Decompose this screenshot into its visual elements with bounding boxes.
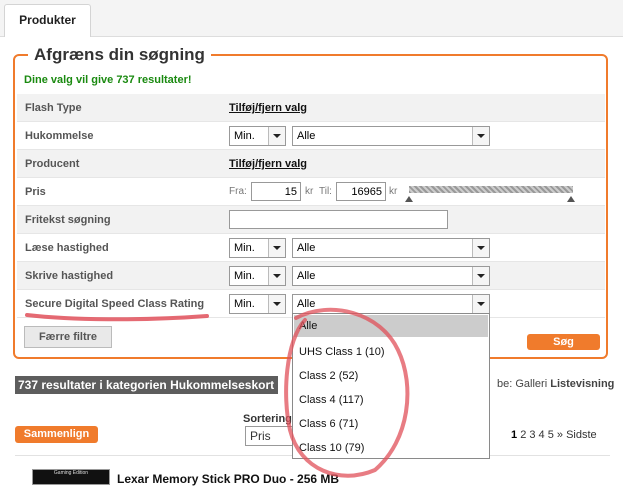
filter-label: Hukommelse xyxy=(25,130,94,142)
value-select[interactable]: Alle xyxy=(292,126,490,146)
price-to-input[interactable] xyxy=(336,182,386,201)
min-select[interactable]: Min. xyxy=(229,238,286,258)
filter-row-pris: Pris Fra: kr Til: kr xyxy=(17,178,605,206)
product-title[interactable]: Lexar Memory Stick PRO Duo - 256 MB xyxy=(117,472,339,486)
unit-label: kr xyxy=(389,186,398,197)
filter-row-laese: Læse hastighed Min. Alle xyxy=(17,234,605,262)
speed-class-dropdown[interactable]: Alle UHS Class 1 (10) Class 2 (52) Class… xyxy=(292,313,490,459)
add-remove-link[interactable]: Tilføj/fjern valg xyxy=(229,102,307,114)
filter-label: Flash Type xyxy=(25,102,82,114)
filter-title: Afgræns din søgning xyxy=(28,45,211,65)
fewer-filters-button[interactable]: Færre filtre xyxy=(24,326,112,348)
dropdown-option[interactable]: UHS Class 1 (10) xyxy=(294,341,488,363)
chevron-down-icon xyxy=(268,295,285,313)
min-select[interactable]: Min. xyxy=(229,126,286,146)
chevron-down-icon xyxy=(472,239,489,257)
result-count-text: Dine valg vil give 737 resultater! xyxy=(24,74,192,86)
results-header: 737 resultater i kategorien Hukommelsesk… xyxy=(15,376,278,394)
chevron-down-icon xyxy=(268,239,285,257)
slider-max-handle[interactable] xyxy=(567,196,575,202)
dropdown-option[interactable]: Class 10 (79) xyxy=(294,437,488,459)
slider-min-handle[interactable] xyxy=(405,196,413,202)
select-value: Alle xyxy=(297,130,316,142)
chevron-down-icon xyxy=(472,295,489,313)
filter-row-fritekst: Fritekst søgning xyxy=(17,206,605,234)
page-links[interactable]: 2 3 4 5 xyxy=(520,429,554,441)
filter-row-hukommelse: Hukommelse Min. Alle xyxy=(17,122,605,150)
price-slider[interactable] xyxy=(409,186,573,193)
select-value: Min. xyxy=(234,242,255,254)
chevron-down-icon xyxy=(268,127,285,145)
dropdown-option[interactable]: Class 6 (71) xyxy=(294,413,488,435)
compare-button[interactable]: Sammenlign xyxy=(15,426,98,443)
value-select[interactable]: Alle xyxy=(292,294,490,314)
select-value: Min. xyxy=(234,270,255,282)
value-select[interactable]: Alle xyxy=(292,266,490,286)
tab-produkter[interactable]: Produkter xyxy=(4,4,91,37)
sort-label: Sortering xyxy=(243,413,292,425)
chevron-down-icon xyxy=(268,267,285,285)
filter-label: Skrive hastighed xyxy=(25,270,114,282)
view-switcher: be: Galleri Listevisning xyxy=(497,378,614,390)
select-value: Alle xyxy=(297,270,316,282)
dropdown-option[interactable]: Class 2 (52) xyxy=(294,365,488,387)
dropdown-option[interactable]: Class 4 (117) xyxy=(294,389,488,411)
sort-select[interactable]: Pris xyxy=(245,426,293,446)
freetext-input[interactable] xyxy=(229,210,448,229)
view-prefix: be: xyxy=(497,378,513,390)
filter-label: Secure Digital Speed Class Rating xyxy=(25,298,205,310)
view-list-link[interactable]: Listevisning xyxy=(550,378,614,390)
value-select[interactable]: Alle xyxy=(292,238,490,258)
dropdown-option[interactable]: Alle xyxy=(294,315,488,337)
add-remove-link[interactable]: Tilføj/fjern valg xyxy=(229,158,307,170)
thumb-text: Gaming Edition xyxy=(53,470,89,476)
select-value: Alle xyxy=(297,298,316,310)
chevron-down-icon xyxy=(472,267,489,285)
product-thumbnail[interactable]: Gaming Edition xyxy=(32,469,110,485)
page-current[interactable]: 1 xyxy=(511,429,517,441)
min-select[interactable]: Min. xyxy=(229,266,286,286)
select-value: Min. xyxy=(234,298,255,310)
pagination: 1 2 3 4 5 » Sidste xyxy=(511,429,597,441)
filter-row-flash-type: Flash Type Tilføj/fjern valg xyxy=(17,94,605,122)
price-from-input[interactable] xyxy=(251,182,301,201)
select-value: Min. xyxy=(234,130,255,142)
select-value: Alle xyxy=(297,242,316,254)
filter-row-producent: Producent Tilføj/fjern valg xyxy=(17,150,605,178)
to-label: Til: xyxy=(319,186,332,197)
search-button[interactable]: Søg xyxy=(527,334,600,350)
filter-label: Læse hastighed xyxy=(25,242,109,254)
min-select[interactable]: Min. xyxy=(229,294,286,314)
filter-label: Fritekst søgning xyxy=(25,214,111,226)
unit-label: kr xyxy=(305,186,314,197)
filter-label: Producent xyxy=(25,158,80,170)
chevron-down-icon xyxy=(472,127,489,145)
tab-strip xyxy=(0,0,623,37)
from-label: Fra: xyxy=(229,186,247,197)
page-next[interactable]: » xyxy=(557,429,563,441)
view-gallery-link[interactable]: Galleri xyxy=(515,378,547,390)
page-last[interactable]: Sidste xyxy=(566,429,597,441)
filter-label: Pris xyxy=(25,186,46,198)
filter-row-skrive: Skrive hastighed Min. Alle xyxy=(17,262,605,290)
